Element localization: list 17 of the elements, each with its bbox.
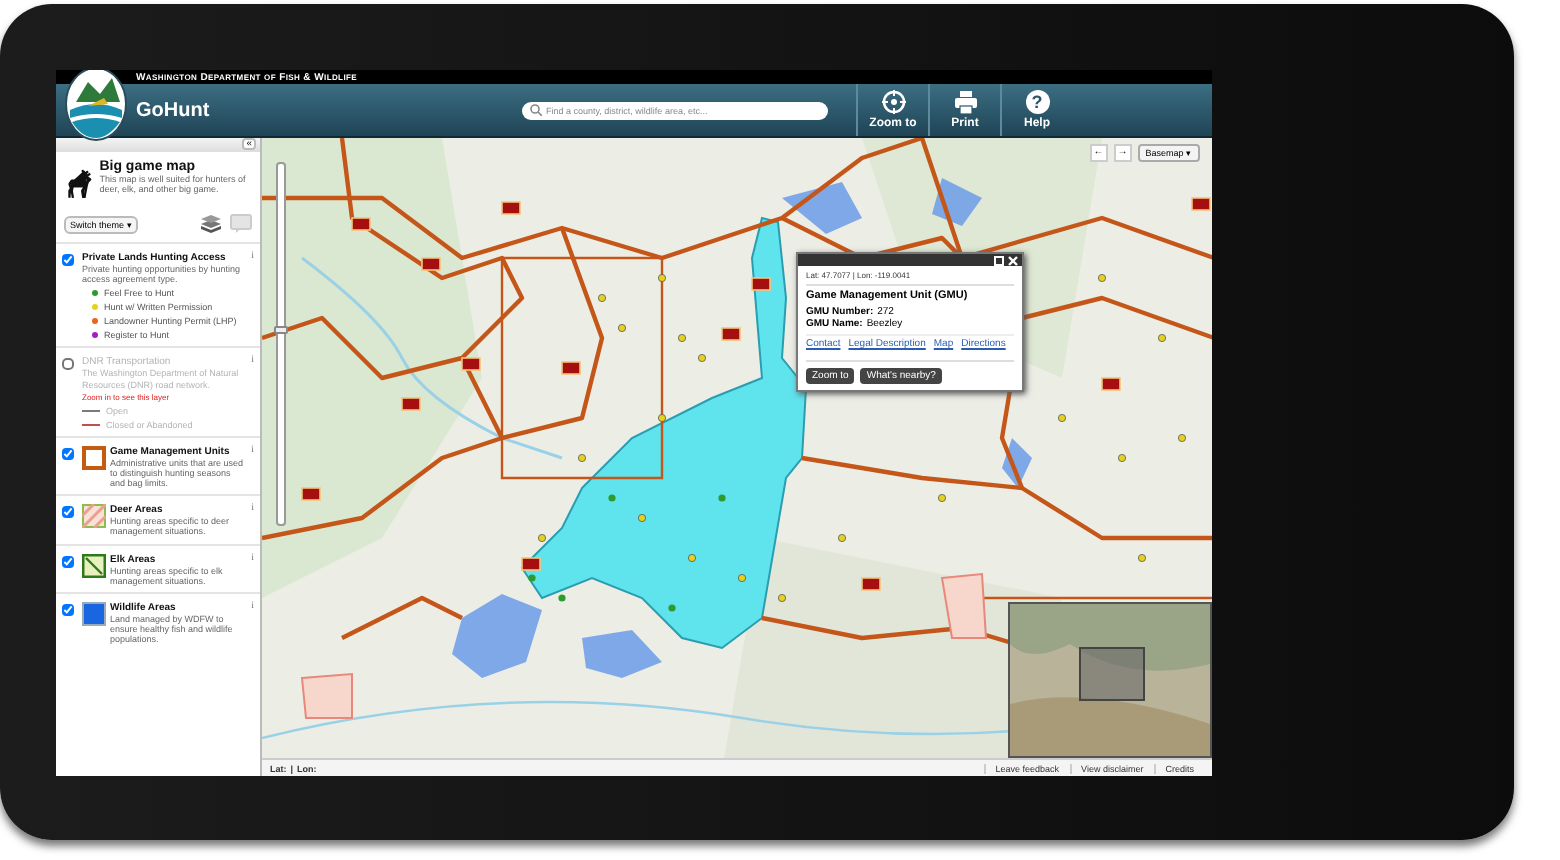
- zoom-slider[interactable]: [276, 162, 286, 526]
- slider-thumb[interactable]: [274, 326, 288, 334]
- layer-checkbox[interactable]: [62, 506, 74, 519]
- layer-checkbox[interactable]: [62, 254, 74, 266]
- layers-icon[interactable]: [200, 214, 222, 234]
- filled-square-icon: [82, 601, 106, 626]
- help-icon: ?: [1025, 90, 1049, 114]
- outlined-square-icon: [82, 445, 106, 470]
- striped-square-icon: [82, 553, 106, 578]
- layer-checkbox[interactable]: [62, 555, 74, 568]
- printer-icon: [953, 90, 977, 114]
- layer-checkbox[interactable]: [62, 447, 74, 460]
- app-title: GoHunt: [136, 99, 212, 121]
- crosshair-icon: [881, 90, 905, 114]
- search-icon: [530, 104, 542, 116]
- layer-checkbox[interactable]: [62, 603, 74, 616]
- hatched-square-icon: [82, 504, 106, 529]
